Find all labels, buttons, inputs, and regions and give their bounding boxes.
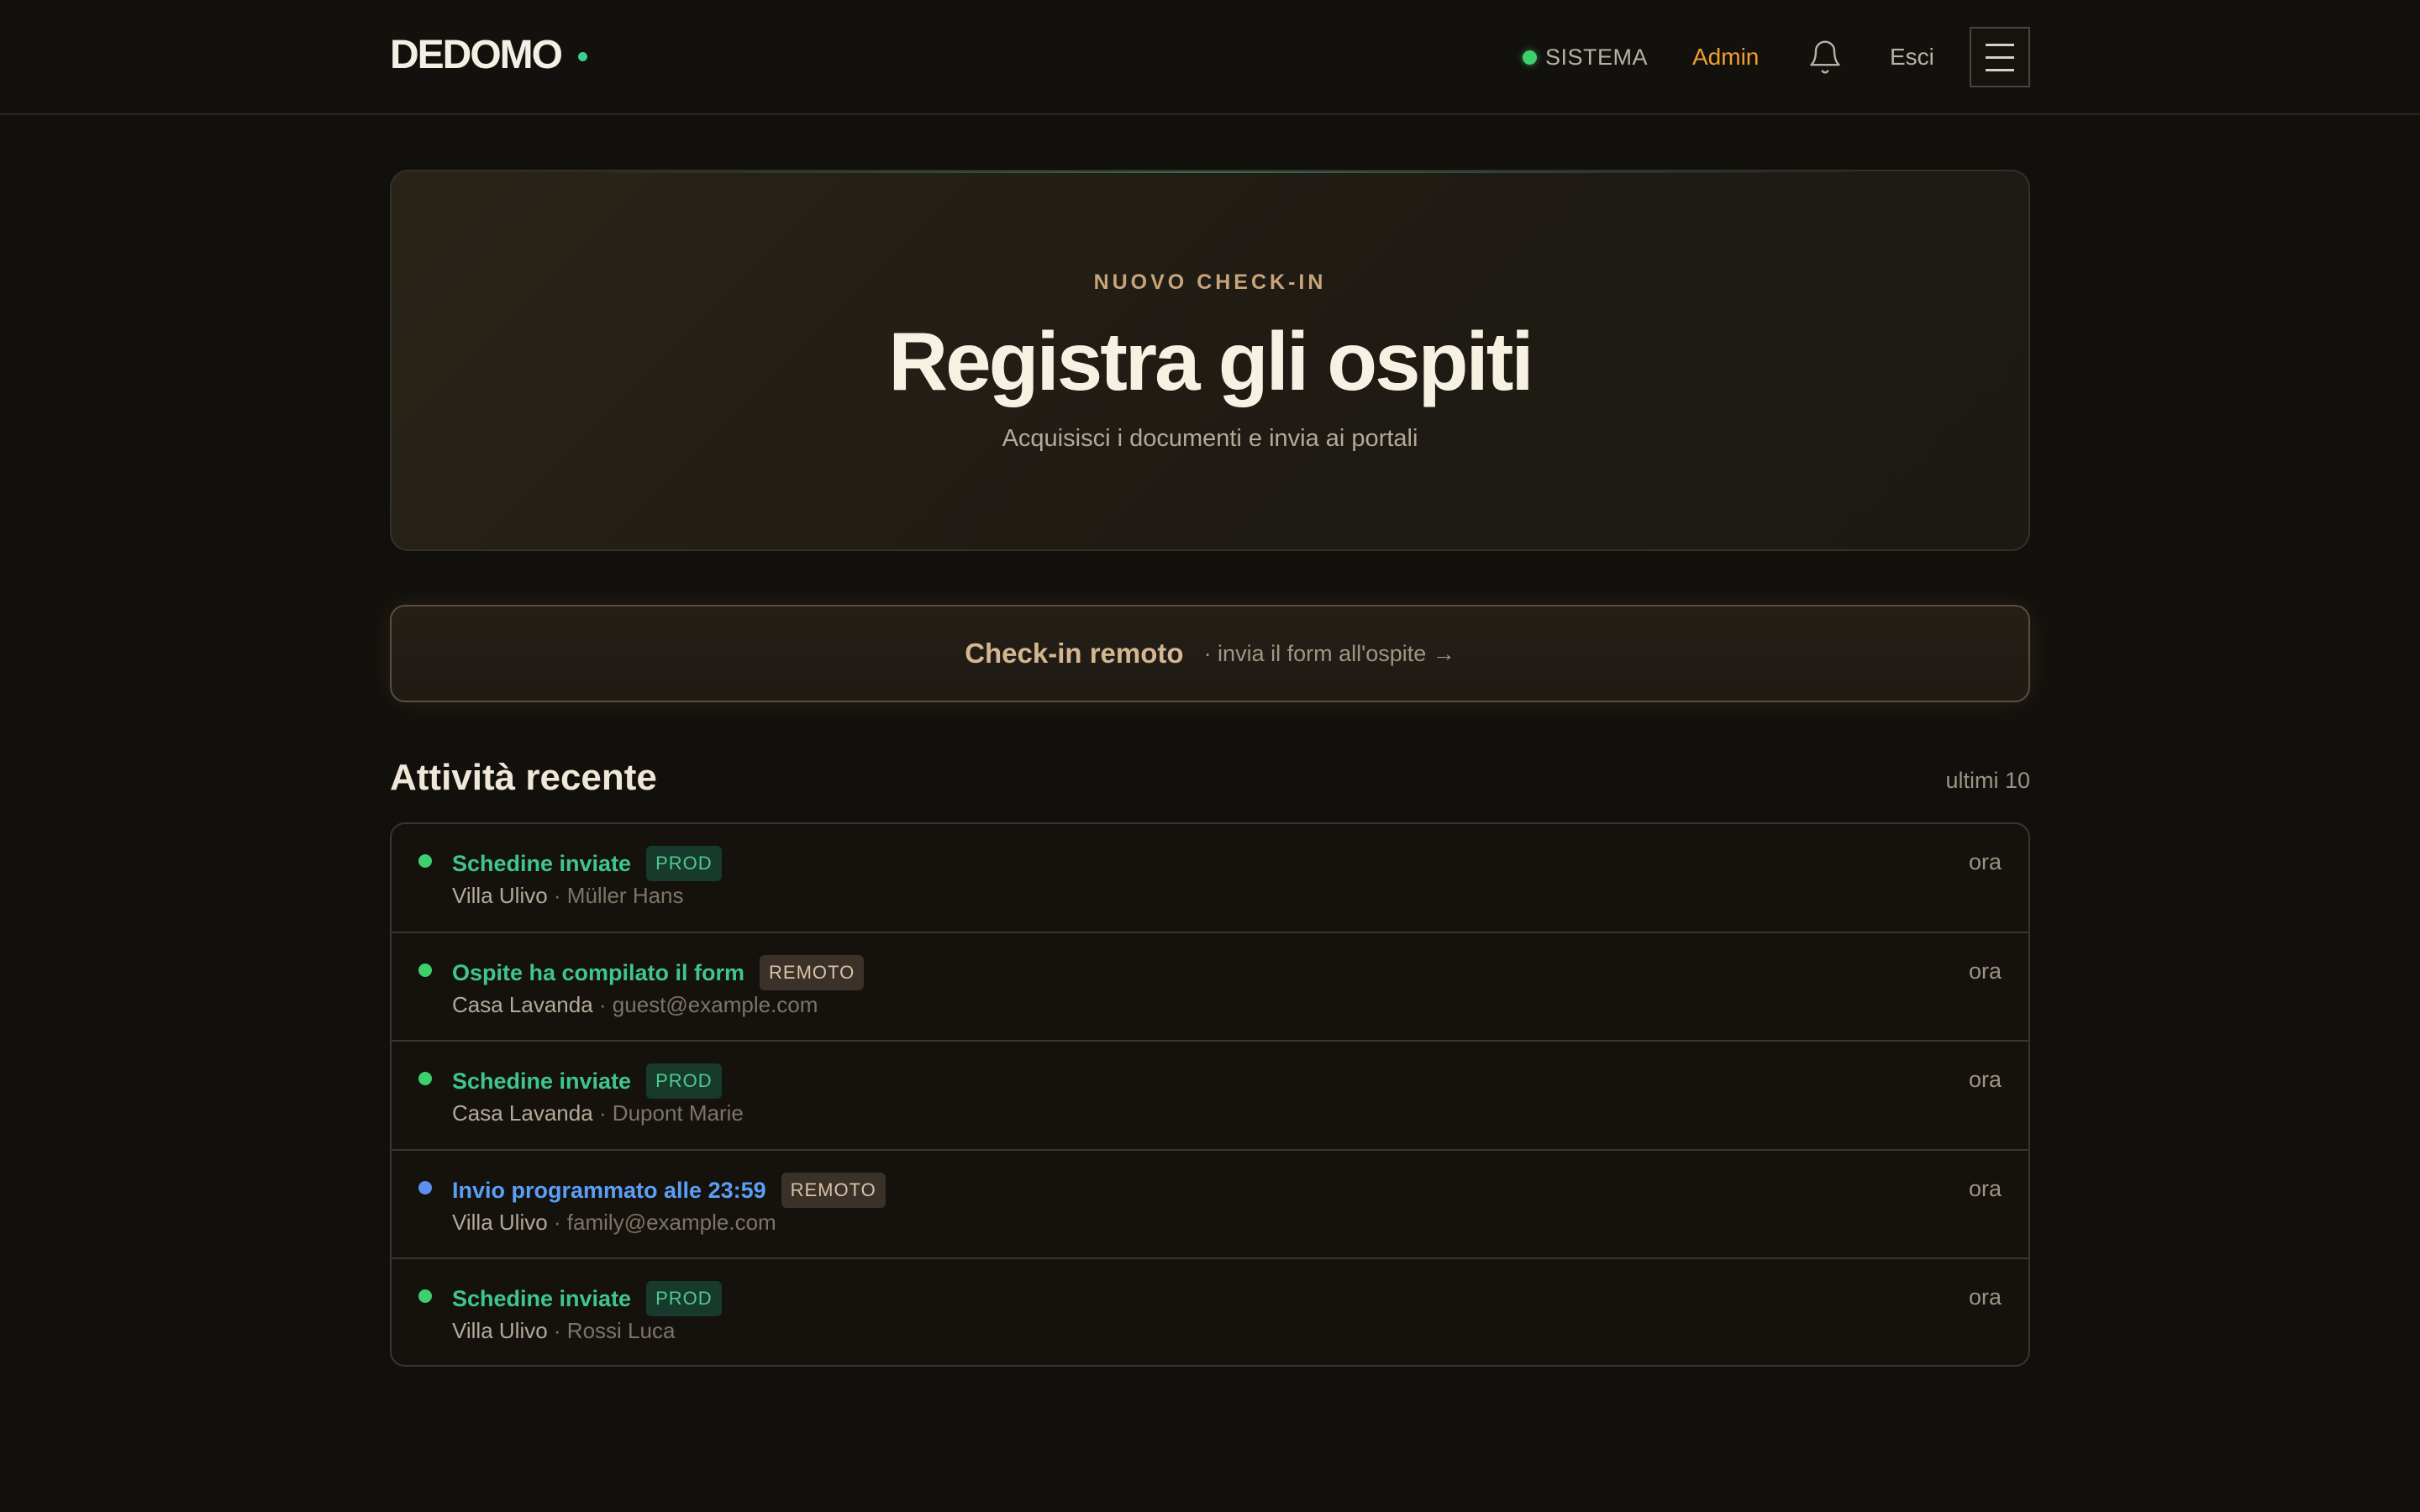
activity-title: Schedine inviate PROD [452, 1281, 722, 1317]
logo-status-dot [578, 52, 587, 61]
activity-detail: Casa Lavanda · Dupont Marie [452, 1099, 744, 1127]
app-logo[interactable]: DEDOMO [390, 32, 563, 79]
activity-title: Schedine inviate PROD [452, 846, 722, 881]
remote-checkin-title: Check-in remoto [965, 638, 1184, 669]
activity-title: Ospite ha compilato il form REMOTO [452, 954, 865, 990]
activity-time: ora [1968, 1175, 2002, 1201]
recent-activity-title: Attività recente [390, 757, 657, 798]
guest-name: · family@example.com [553, 1209, 776, 1235]
bell-icon[interactable] [1807, 39, 1844, 76]
property-name: Casa Lavanda [452, 1100, 593, 1126]
env-badge: PROD [646, 846, 722, 881]
activity-title-text: Schedine inviate [452, 1068, 632, 1095]
activity-detail: Casa Lavanda · guest@example.com [452, 990, 818, 1019]
admin-link[interactable]: Admin [1692, 42, 1759, 72]
status-dot [418, 1180, 432, 1194]
activity-time: ora [1968, 849, 2002, 874]
env-badge: PROD [646, 1063, 722, 1100]
status-dot [418, 1072, 432, 1086]
activity-detail: Villa Ulivo · Rossi Luca [452, 1316, 675, 1345]
activity-time: ora [1968, 1284, 2002, 1310]
activity-detail: Villa Ulivo · family@example.com [452, 1208, 776, 1236]
env-badge: REMOTO [760, 954, 865, 990]
env-badge: REMOTO [781, 1172, 886, 1208]
activity-title-text: Schedine inviate [452, 851, 632, 876]
list-item[interactable]: Schedine inviate PROD Villa Ulivo · Mülle… [392, 824, 2028, 933]
status-dot [418, 1289, 432, 1304]
activity-title-text: Ospite ha compilato il form [452, 959, 745, 985]
remote-checkin-button[interactable]: Check-in remoto · invia il form all'ospi… [390, 605, 2030, 702]
property-name: Villa Ulivo [452, 1209, 548, 1235]
hero-subtitle: Acquisisci i documenti e invia ai portal… [1002, 425, 1418, 452]
remote-checkin-subtitle: · invia il form all'ospite → [1203, 640, 1455, 666]
property-name: Villa Ulivo [452, 1318, 548, 1344]
list-item[interactable]: Schedine inviate PROD Villa Ulivo · Rossi… [392, 1259, 2028, 1365]
property-name: Casa Lavanda [452, 991, 593, 1017]
menu-line [1986, 55, 2014, 59]
activity-title: Schedine inviate PROD [452, 1063, 722, 1100]
recent-activity-count: ultimi 10 [1945, 768, 2030, 793]
activity-time: ora [1968, 958, 2002, 984]
list-item[interactable]: Schedine inviate PROD Casa Lavanda · Dupo… [392, 1042, 2028, 1151]
new-checkin-card[interactable]: NUOVO CHECK-IN Registra gli ospiti Acqui… [390, 170, 2030, 551]
system-status-dot [1523, 50, 1537, 65]
hero-kicker: NUOVO CHECK-IN [1093, 270, 1327, 294]
recent-activity-list: Schedine inviate PROD Villa Ulivo · Mülle… [390, 822, 2030, 1367]
activity-title-text: Schedine inviate [452, 1286, 632, 1312]
activity-detail: Villa Ulivo · Müller Hans [452, 881, 684, 910]
logout-button[interactable]: Esci [1890, 42, 1934, 72]
list-item[interactable]: Ospite ha compilato il form REMOTO Casa L… [392, 933, 2028, 1042]
hero-title: Registra gli ospiti [888, 315, 1534, 407]
menu-line [1986, 68, 2014, 71]
hamburger-menu-icon[interactable] [1970, 27, 2030, 87]
guest-name: · Dupont Marie [598, 1100, 744, 1126]
status-dot [418, 963, 432, 977]
guest-name: · Rossi Luca [553, 1318, 676, 1344]
status-dot [418, 854, 432, 868]
system-status-label: SISTEMA [1545, 44, 1649, 70]
guest-name: · Müller Hans [553, 883, 684, 908]
activity-time: ora [1968, 1067, 2002, 1093]
top-navigation-bar: DEDOMO SISTEMA Admin Esci [0, 0, 2420, 115]
env-badge: PROD [646, 1281, 722, 1317]
menu-line [1986, 43, 2014, 46]
property-name: Villa Ulivo [452, 883, 548, 908]
system-status: SISTEMA [1523, 42, 1648, 72]
list-item[interactable]: Invio programmato alle 23:59 REMOTO Villa… [392, 1151, 2028, 1260]
activity-title-text: Invio programmato alle 23:59 [452, 1177, 766, 1203]
guest-name: · guest@example.com [598, 991, 818, 1017]
activity-title: Invio programmato alle 23:59 REMOTO [452, 1172, 886, 1208]
